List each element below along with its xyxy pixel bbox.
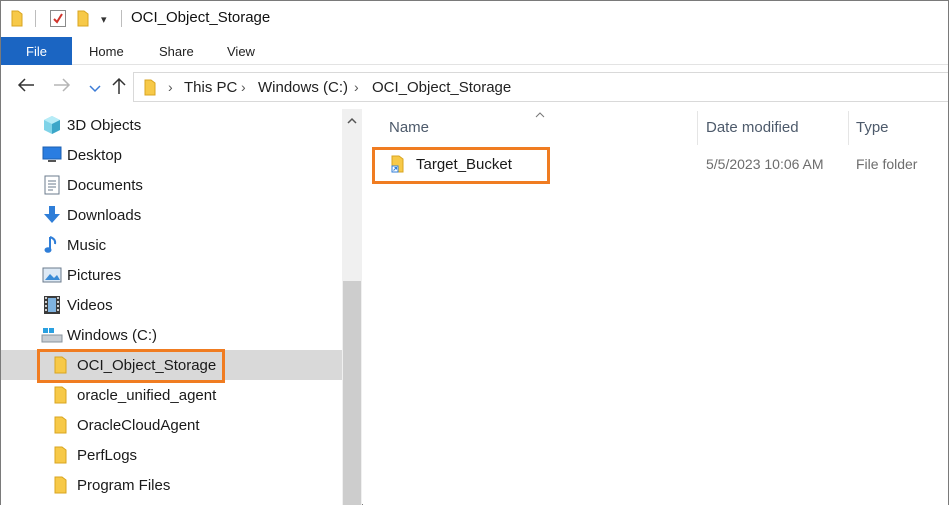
pictures-icon: [42, 266, 62, 286]
nav-item-downloads[interactable]: Downloads: [1, 200, 342, 230]
window-title: OCI_Object_Storage: [131, 9, 271, 26]
up-arrow-icon[interactable]: [111, 77, 127, 98]
nav-item-program-files[interactable]: Program Files: [1, 470, 342, 500]
scroll-up-chevron-icon[interactable]: [342, 109, 362, 131]
nav-item-label: Desktop: [67, 146, 123, 164]
toolbar-separator: [35, 10, 36, 27]
tab-share[interactable]: Share: [159, 37, 194, 65]
film-icon: [43, 295, 63, 315]
nav-item-label: Program Files: [77, 476, 171, 494]
download-arrow-icon: [42, 205, 62, 225]
nav-item-videos[interactable]: Videos: [1, 290, 342, 320]
nav-item-label: Music: [67, 236, 107, 254]
row-type: File folder: [856, 156, 918, 172]
chevron-right-icon[interactable]: ›: [354, 79, 359, 95]
nav-item-label: Windows (C:): [67, 326, 158, 344]
nav-item-pictures[interactable]: Pictures: [1, 260, 342, 290]
nav-item-label: PerfLogs: [77, 446, 138, 464]
music-note-icon: [44, 235, 64, 255]
nav-item-label: Documents: [67, 176, 143, 194]
folder-icon: [54, 445, 74, 465]
new-folder-icon[interactable]: [77, 10, 89, 30]
folder-icon: [54, 475, 74, 495]
row-date-modified: 5/5/2023 10:06 AM: [706, 156, 824, 172]
folder-icon: [144, 79, 156, 99]
navigation-pane: 3D Objects Desktop Documents Downloads M: [1, 109, 344, 505]
nav-item-label: oracle_unified_agent: [77, 386, 217, 404]
column-header-name[interactable]: Name: [389, 109, 429, 145]
column-divider[interactable]: [848, 111, 849, 145]
ribbon-tabs: File Home Share View: [1, 37, 948, 65]
sort-ascending-chevron-icon: [535, 109, 545, 121]
recent-locations-chevron-down-icon[interactable]: [89, 79, 101, 97]
toolbar-separator: [121, 10, 122, 27]
nav-item-oraclecloudagent[interactable]: OracleCloudAgent: [1, 410, 342, 440]
nav-item-music[interactable]: Music: [1, 230, 342, 260]
nav-pane-scrollbar[interactable]: [342, 109, 362, 505]
column-header-date-modified[interactable]: Date modified: [706, 109, 799, 145]
forward-arrow-icon[interactable]: [53, 77, 71, 96]
column-header-type[interactable]: Type: [856, 109, 889, 145]
address-bar[interactable]: › This PC › Windows (C:) › OCI_Object_St…: [133, 72, 948, 102]
highlight-box-target-bucket: [372, 147, 550, 184]
chevron-right-icon[interactable]: ›: [168, 79, 173, 95]
nav-item-oracle-unified-agent[interactable]: oracle_unified_agent: [1, 380, 342, 410]
nav-item-3d-objects[interactable]: 3D Objects: [1, 110, 342, 140]
drive-icon: [41, 326, 63, 346]
nav-item-perflogs[interactable]: PerfLogs: [1, 440, 342, 470]
nav-item-label: 3D Objects: [67, 116, 142, 134]
nav-item-documents[interactable]: Documents: [1, 170, 342, 200]
nav-item-desktop[interactable]: Desktop: [1, 140, 342, 170]
customize-toolbar-dropdown-icon[interactable]: ▾: [101, 13, 107, 26]
nav-item-label: Videos: [67, 296, 113, 314]
back-arrow-icon[interactable]: [17, 77, 35, 96]
nav-item-label: Pictures: [67, 266, 122, 284]
column-divider[interactable]: [697, 111, 698, 145]
tab-home[interactable]: Home: [89, 37, 124, 65]
breadcrumb-windows-c[interactable]: Windows (C:): [258, 79, 348, 96]
documents-icon: [43, 175, 63, 195]
explorer-window: ▾ OCI_Object_Storage File Home Share Vie…: [0, 0, 949, 505]
chevron-right-icon[interactable]: ›: [241, 79, 246, 95]
scrollbar-thumb[interactable]: [343, 281, 361, 505]
nav-item-label: OracleCloudAgent: [77, 416, 200, 434]
file-list-pane: Name Date modified Type Target_Bucket 5/…: [363, 109, 948, 505]
tab-file[interactable]: File: [1, 37, 72, 65]
highlight-box-nav-selection: [37, 349, 225, 383]
tab-view[interactable]: View: [227, 37, 255, 65]
breadcrumb-oci-object-storage[interactable]: OCI_Object_Storage: [372, 79, 511, 96]
navigation-row: › This PC › Windows (C:) › OCI_Object_St…: [1, 65, 948, 109]
nav-item-windows-c[interactable]: Windows (C:): [1, 320, 342, 350]
breadcrumb-this-pc[interactable]: This PC: [184, 79, 237, 96]
properties-icon[interactable]: [50, 10, 66, 27]
folder-icon: [54, 415, 74, 435]
nav-item-label: Downloads: [67, 206, 142, 224]
desktop-icon: [42, 146, 62, 166]
cube-3d-icon: [42, 115, 62, 135]
folder-icon: [54, 385, 74, 405]
folder-icon[interactable]: [11, 10, 23, 30]
title-bar: ▾ OCI_Object_Storage: [1, 1, 948, 36]
